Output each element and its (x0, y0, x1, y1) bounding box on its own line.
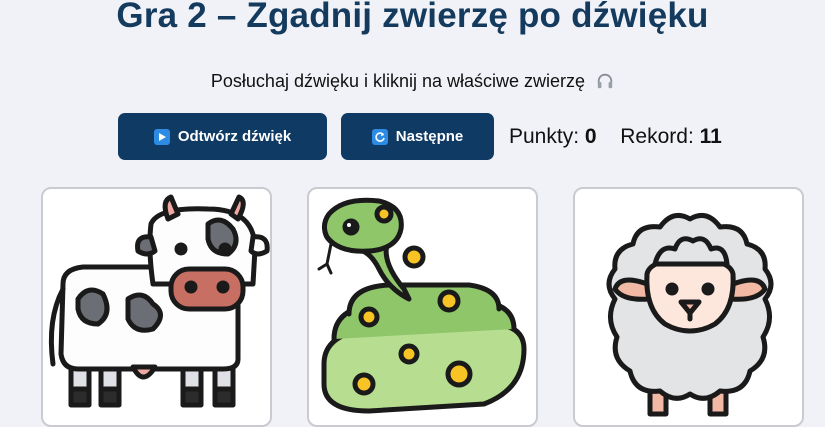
points-label: Punkty: (509, 124, 580, 148)
refresh-icon (371, 128, 388, 145)
instruction-label: Posłuchaj dźwięku i kliknij na właściwe … (210, 71, 586, 91)
score-display: Punkty: 0 Rekord: 11 (509, 125, 722, 149)
animal-card-cow[interactable] (41, 187, 272, 427)
page-title: Gra 2 – Zgadnij zwierzę po dźwięku (116, 0, 709, 35)
snake-icon (317, 197, 527, 414)
record-label: Rekord: (620, 124, 694, 148)
sheep-icon (606, 212, 774, 417)
play-icon (153, 128, 170, 145)
points-value: 0 (584, 124, 597, 148)
animal-card-snake[interactable] (307, 187, 538, 427)
headphones-icon (597, 73, 613, 89)
controls-bar: Odtwórz dźwięk Następne Punkty: 0 Rekord… (118, 113, 722, 160)
next-label: Następne (395, 128, 464, 145)
play-sound-button[interactable]: Odtwórz dźwięk (118, 113, 327, 160)
animal-card-sheep[interactable] (573, 187, 804, 427)
play-sound-label: Odtwórz dźwięk (177, 128, 292, 145)
cow-icon (48, 194, 270, 408)
instruction-text: Posłuchaj dźwięku i kliknij na właściwe … (0, 71, 825, 92)
record-value: 11 (699, 124, 722, 148)
next-button[interactable]: Następne (341, 113, 494, 160)
